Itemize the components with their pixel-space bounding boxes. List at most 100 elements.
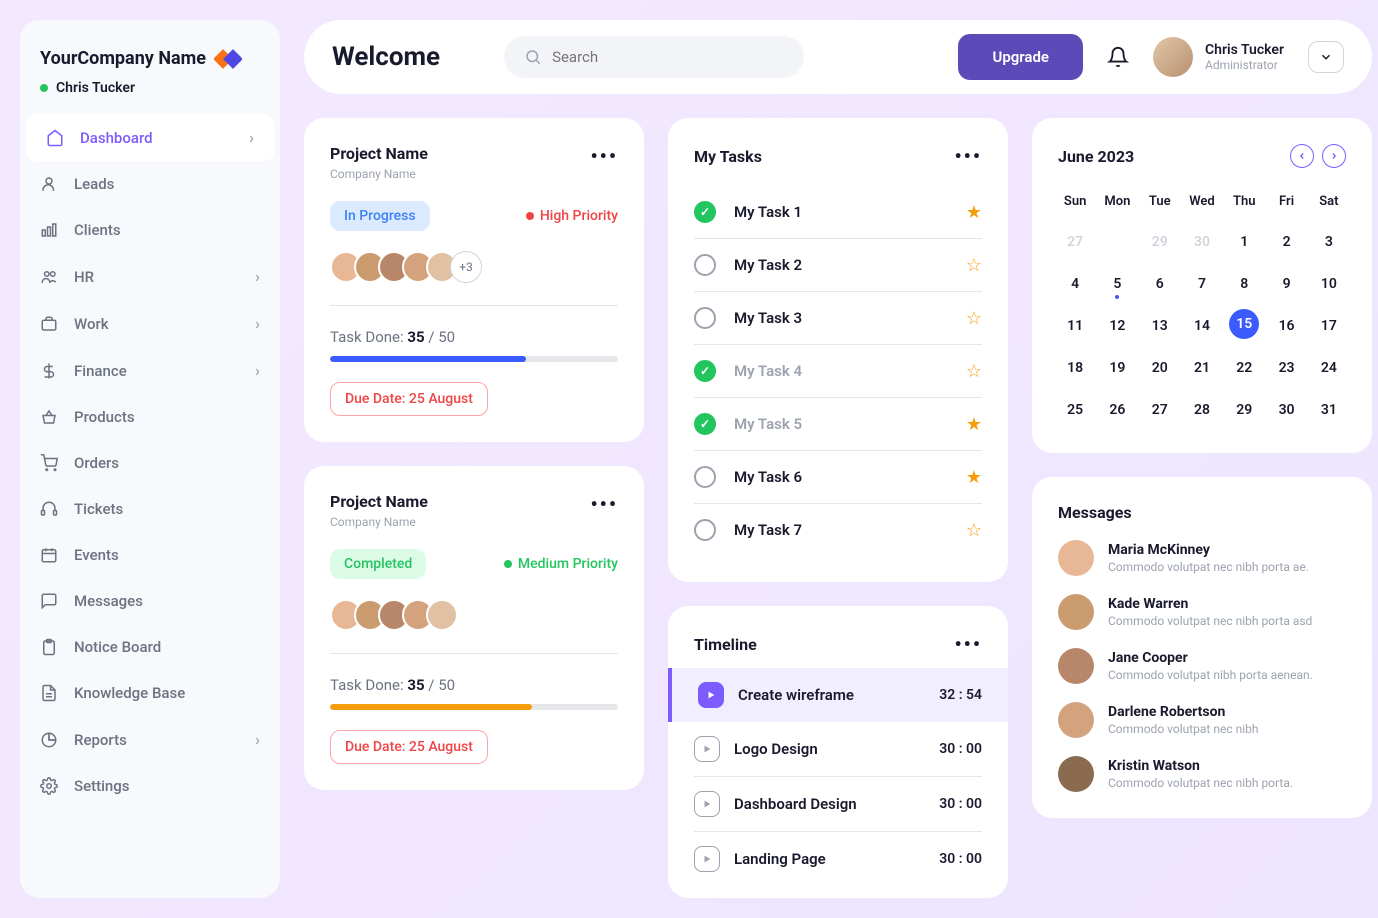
star-icon[interactable]: ☆: [966, 520, 982, 541]
task-row[interactable]: My Task 6 ★: [694, 451, 982, 504]
star-icon[interactable]: ★: [966, 414, 982, 435]
nav-item-reports[interactable]: Reports›: [20, 716, 280, 763]
calendar-day[interactable]: 26: [1100, 393, 1134, 427]
calendar-day[interactable]: 14: [1185, 309, 1219, 343]
calendar-day[interactable]: 30: [1185, 225, 1219, 259]
timeline-row[interactable]: Dashboard Design 30 : 00: [694, 777, 982, 832]
more-icon[interactable]: •••: [954, 144, 982, 168]
calendar-day[interactable]: 27: [1058, 225, 1092, 259]
calendar-day[interactable]: 16: [1269, 309, 1303, 343]
avatar-more[interactable]: +3: [450, 251, 482, 283]
nav-item-settings[interactable]: Settings: [20, 763, 280, 809]
task-checkbox[interactable]: [694, 307, 716, 329]
calendar-day[interactable]: 7: [1185, 267, 1219, 301]
message-row[interactable]: Kade Warren Commodo volutpat nec nibh po…: [1058, 594, 1346, 630]
nav-item-work[interactable]: Work›: [20, 300, 280, 347]
calendar-day[interactable]: 29: [1143, 225, 1177, 259]
calendar-day[interactable]: 24: [1312, 351, 1346, 385]
calendar-day[interactable]: 4: [1058, 267, 1092, 301]
task-row[interactable]: My Task 7 ☆: [694, 504, 982, 556]
more-icon[interactable]: •••: [954, 632, 982, 656]
task-row[interactable]: My Task 1 ★: [694, 186, 982, 239]
play-button[interactable]: [694, 791, 720, 817]
search-box[interactable]: [504, 36, 804, 78]
calendar-day[interactable]: 22: [1227, 351, 1261, 385]
task-row[interactable]: My Task 5 ★: [694, 398, 982, 451]
nav-item-leads[interactable]: Leads: [20, 161, 280, 207]
calendar-day[interactable]: 6: [1143, 267, 1177, 301]
message-row[interactable]: Darlene Robertson Commodo volutpat nec n…: [1058, 702, 1346, 738]
bell-icon[interactable]: [1107, 46, 1129, 68]
play-button[interactable]: [694, 846, 720, 872]
calendar-day[interactable]: 30: [1269, 393, 1303, 427]
brand: YourCompany Name: [20, 44, 280, 80]
calendar-prev-button[interactable]: [1290, 144, 1314, 168]
task-checkbox[interactable]: [694, 254, 716, 276]
star-icon[interactable]: ☆: [966, 308, 982, 329]
calendar-day[interactable]: 1: [1227, 225, 1261, 259]
calendar-day[interactable]: 15: [1229, 309, 1259, 339]
calendar-day[interactable]: 9: [1269, 267, 1303, 301]
upgrade-button[interactable]: Upgrade: [958, 34, 1083, 80]
task-row[interactable]: My Task 4 ☆: [694, 345, 982, 398]
calendar-day[interactable]: 29: [1227, 393, 1261, 427]
calendar-day[interactable]: 25: [1058, 393, 1092, 427]
calendar-day[interactable]: 17: [1312, 309, 1346, 343]
nav-item-events[interactable]: Events: [20, 532, 280, 578]
search-input[interactable]: [552, 48, 784, 66]
task-label: My Task 5: [734, 415, 948, 433]
nav-item-clients[interactable]: Clients: [20, 207, 280, 253]
nav-item-orders[interactable]: Orders: [20, 440, 280, 486]
task-row[interactable]: My Task 3 ☆: [694, 292, 982, 345]
nav-item-notice-board[interactable]: Notice Board: [20, 624, 280, 670]
profile-cluster[interactable]: Chris Tucker Administrator: [1153, 37, 1284, 77]
nav-item-messages[interactable]: Messages: [20, 578, 280, 624]
more-icon[interactable]: •••: [590, 144, 618, 168]
timeline-row[interactable]: Logo Design 30 : 00: [694, 722, 982, 777]
message-row[interactable]: Kristin Watson Commodo volutpat nec nibh…: [1058, 756, 1346, 792]
calendar-day[interactable]: 12: [1100, 309, 1134, 343]
timeline-row[interactable]: Landing Page 30 : 00: [694, 832, 982, 886]
star-icon[interactable]: ☆: [966, 361, 982, 382]
nav-item-hr[interactable]: HR›: [20, 253, 280, 300]
calendar-day[interactable]: 8: [1227, 267, 1261, 301]
brand-logo-icon: [214, 44, 242, 72]
task-checkbox[interactable]: [694, 466, 716, 488]
task-checkbox[interactable]: [694, 519, 716, 541]
calendar-next-button[interactable]: [1322, 144, 1346, 168]
play-button[interactable]: [698, 682, 724, 708]
star-icon[interactable]: ★: [966, 202, 982, 223]
calendar-day[interactable]: [1100, 225, 1134, 259]
calendar-day[interactable]: 5: [1100, 267, 1134, 301]
calendar-day[interactable]: 28: [1185, 393, 1219, 427]
message-row[interactable]: Jane Cooper Commodo volutpat nibh porta …: [1058, 648, 1346, 684]
calendar-day[interactable]: 31: [1312, 393, 1346, 427]
task-checkbox[interactable]: [694, 360, 716, 382]
nav-item-knowledge-base[interactable]: Knowledge Base: [20, 670, 280, 716]
nav-item-products[interactable]: Products: [20, 394, 280, 440]
nav-item-tickets[interactable]: Tickets: [20, 486, 280, 532]
calendar-day[interactable]: 18: [1058, 351, 1092, 385]
calendar-day[interactable]: 20: [1143, 351, 1177, 385]
task-checkbox[interactable]: [694, 201, 716, 223]
calendar-day[interactable]: 13: [1143, 309, 1177, 343]
profile-dropdown-button[interactable]: [1308, 41, 1344, 73]
calendar-day[interactable]: 19: [1100, 351, 1134, 385]
timeline-row[interactable]: Create wireframe 32 : 54: [668, 668, 1008, 722]
task-row[interactable]: My Task 2 ☆: [694, 239, 982, 292]
nav-item-finance[interactable]: Finance›: [20, 347, 280, 394]
calendar-day[interactable]: 11: [1058, 309, 1092, 343]
star-icon[interactable]: ☆: [966, 255, 982, 276]
calendar-day[interactable]: 27: [1143, 393, 1177, 427]
nav-item-dashboard[interactable]: Dashboard›: [26, 114, 274, 161]
calendar-day[interactable]: 23: [1269, 351, 1303, 385]
task-checkbox[interactable]: [694, 413, 716, 435]
calendar-day[interactable]: 2: [1269, 225, 1303, 259]
star-icon[interactable]: ★: [966, 467, 982, 488]
message-row[interactable]: Maria McKinney Commodo volutpat nec nibh…: [1058, 540, 1346, 576]
calendar-day[interactable]: 21: [1185, 351, 1219, 385]
more-icon[interactable]: •••: [590, 492, 618, 516]
calendar-day[interactable]: 10: [1312, 267, 1346, 301]
play-button[interactable]: [694, 736, 720, 762]
calendar-day[interactable]: 3: [1312, 225, 1346, 259]
